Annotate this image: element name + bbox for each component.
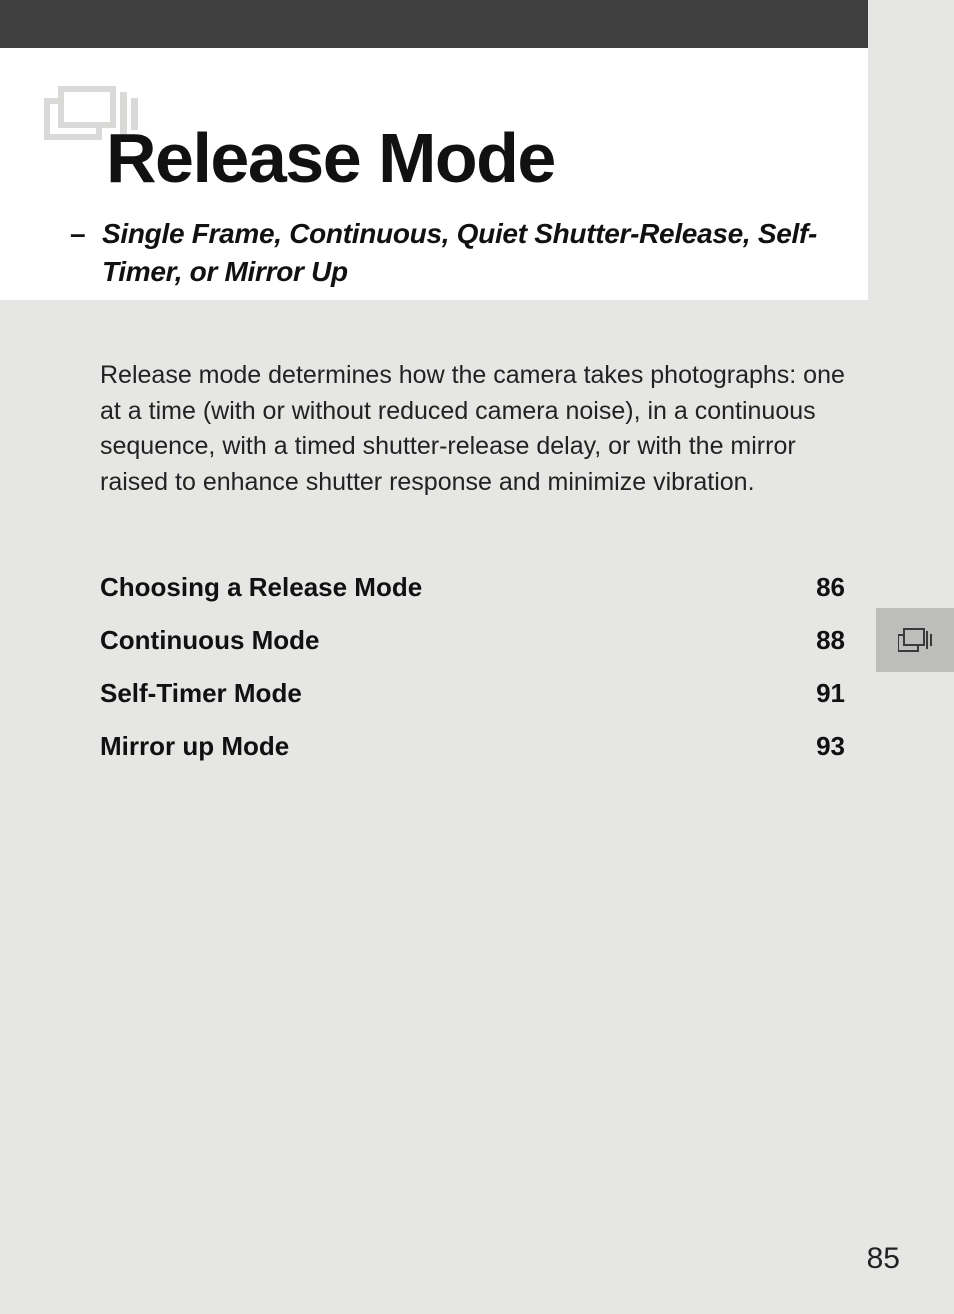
toc-label: Continuous Mode [100,625,320,656]
intro-paragraph: Release mode determines how the camera t… [100,358,860,500]
toc-page: 93 [810,731,845,762]
toc-label: Choosing a Release Mode [100,572,422,603]
toc-label: Mirror up Mode [100,731,289,762]
toc-row[interactable]: Mirror up Mode 93 [100,731,845,762]
release-mode-icon [898,627,932,653]
page-subtitle: –Single Frame, Continuous, Quiet Shutter… [70,215,860,291]
toc-row[interactable]: Continuous Mode 88 [100,625,845,656]
page-title: Release Mode [106,118,555,198]
toc-page: 88 [810,625,845,656]
toc-row[interactable]: Self-Timer Mode 91 [100,678,845,709]
section-tab[interactable] [876,608,954,672]
toc-row[interactable]: Choosing a Release Mode 86 [100,572,845,603]
table-of-contents: Choosing a Release Mode 86 Continuous Mo… [100,572,845,784]
top-bar [0,0,868,48]
subtitle-text: Single Frame, Continuous, Quiet Shutter-… [102,215,852,291]
toc-label: Self-Timer Mode [100,678,302,709]
toc-page: 91 [810,678,845,709]
subtitle-dash: – [70,215,102,253]
toc-page: 86 [810,572,845,603]
page-number: 85 [867,1242,900,1276]
